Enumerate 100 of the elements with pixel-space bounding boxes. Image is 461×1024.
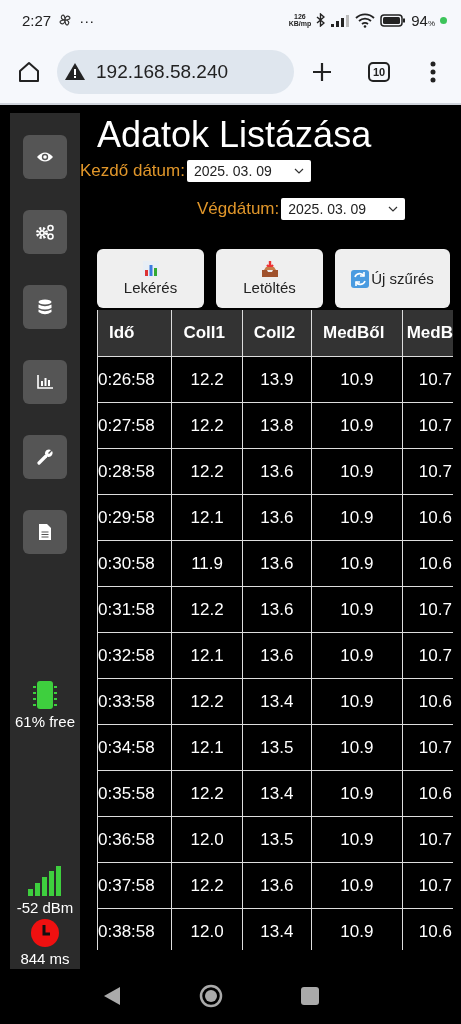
table-cell: 0:34:58 [97, 724, 172, 771]
table-cell: 10.9 [311, 862, 403, 909]
database-icon [38, 299, 52, 315]
table-cell: 10.9 [311, 770, 403, 817]
table-cell: 11.9 [171, 540, 243, 587]
more-indicator: ··· [79, 11, 95, 29]
table-cell: 13.5 [242, 724, 312, 771]
nav-button[interactable] [23, 210, 67, 254]
table-cell: 12.1 [171, 724, 243, 771]
table-cell: 10.9 [311, 632, 403, 679]
document-icon [39, 524, 51, 540]
nav-button[interactable] [23, 510, 67, 554]
table-cell: 0:26:58 [97, 356, 172, 403]
table-cell: 10.9 [311, 494, 403, 541]
back-icon[interactable] [102, 986, 121, 1006]
table-cell: 0:29:58 [97, 494, 172, 541]
table-cell: 10.9 [311, 816, 403, 863]
table-cell: 12.1 [171, 632, 243, 679]
table-cell: 0:31:58 [97, 586, 172, 633]
end-date-select[interactable]: 2025. 03. 09 [281, 198, 406, 220]
home-button-icon[interactable] [198, 984, 223, 1008]
table-cell: 12.2 [171, 402, 243, 449]
eye-icon [36, 151, 54, 163]
column-header: Coll1 [171, 310, 243, 357]
signal-strength-icon [28, 866, 62, 896]
table-cell: 13.8 [242, 402, 312, 449]
bluetooth-icon [316, 13, 326, 27]
column-header: Idő [97, 310, 172, 357]
bar-chart-icon [37, 375, 53, 389]
table-cell: 13.6 [242, 448, 312, 495]
action-button[interactable]: Letöltés [216, 249, 323, 308]
recents-icon[interactable] [300, 987, 319, 1005]
table-cell: 12.0 [171, 816, 243, 863]
column-header: MedB [402, 310, 453, 357]
table-cell: 0:30:58 [97, 540, 172, 587]
table-cell: 13.6 [242, 540, 312, 587]
table-cell: 10.9 [311, 402, 403, 449]
inbox-tray-icon [260, 261, 279, 277]
address-bar[interactable]: 192.168.58.240 [57, 49, 294, 94]
tab-count-button[interactable]: 10 [368, 61, 391, 82]
warning-icon [64, 62, 86, 81]
column-header: Coll2 [242, 310, 312, 357]
table-cell: 12.1 [171, 494, 243, 541]
table-cell: 10.9 [311, 724, 403, 771]
table-cell: 0:33:58 [97, 678, 172, 725]
table-cell: 13.9 [242, 356, 312, 403]
table-cell: 12.2 [171, 678, 243, 725]
latency-text: 844 ms [20, 950, 70, 967]
gears-icon [35, 224, 55, 240]
signal-icon [330, 13, 351, 27]
home-icon[interactable] [17, 59, 41, 84]
menu-icon[interactable] [430, 60, 437, 83]
table-cell: 12.2 [171, 862, 243, 909]
battery-percent: 94% [411, 11, 435, 29]
table-cell: 13.4 [242, 678, 312, 725]
nav-button[interactable] [23, 360, 67, 404]
table-cell: 0:38:58 [97, 908, 172, 950]
table-cell: 0:37:58 [97, 862, 172, 909]
end-date-label: Végdátum: [197, 199, 280, 219]
nav-button[interactable] [23, 285, 67, 329]
refresh-icon [351, 269, 370, 288]
chip-icon [33, 680, 57, 710]
table-cell: 10.9 [311, 586, 403, 633]
nav-button[interactable] [23, 135, 67, 179]
start-date-select[interactable]: 2025. 03. 09 [186, 160, 311, 182]
status-dot-icon [440, 16, 447, 24]
page-title: Adatok Listázása [97, 113, 373, 157]
table-cell: 12.2 [171, 448, 243, 495]
table-cell: 13.5 [242, 816, 312, 863]
caret-icon [293, 168, 304, 174]
wifi-icon [355, 12, 376, 28]
table-cell: 13.6 [242, 862, 312, 909]
signal-dbm-text: -52 dBm [16, 899, 74, 916]
table-cell: 12.2 [171, 770, 243, 817]
table-cell: 13.6 [242, 494, 312, 541]
table-cell: 0:36:58 [97, 816, 172, 863]
table-cell: 12.2 [171, 586, 243, 633]
clock-time: 2:27 [22, 11, 52, 29]
table-cell: 13.6 [242, 586, 312, 633]
table-cell: 10.9 [311, 540, 403, 587]
caret-icon [388, 206, 399, 212]
wrench-icon [37, 449, 53, 465]
action-button[interactable]: Lekérés [97, 249, 204, 308]
table-cell: 13.6 [242, 632, 312, 679]
table-cell: 10.9 [311, 448, 403, 495]
memory-free-text: 61% free [14, 713, 75, 730]
bar-chart-icon [142, 261, 159, 277]
table-cell: 13.4 [242, 770, 312, 817]
table-cell: 0:35:58 [97, 770, 172, 817]
new-tab-icon[interactable] [312, 61, 332, 82]
start-date-label: Kezdő dátum: [80, 161, 185, 181]
table-cell: 10.9 [311, 678, 403, 725]
column-header: MedBől [311, 310, 403, 357]
table-cell: 0:27:58 [97, 402, 172, 449]
table-cell: 0:32:58 [97, 632, 172, 679]
battery-icon [380, 13, 407, 27]
clock-icon [31, 919, 59, 947]
action-button[interactable]: Új szűrés [335, 249, 450, 308]
table-cell: 0:28:58 [97, 448, 172, 495]
nav-button[interactable] [23, 435, 67, 479]
